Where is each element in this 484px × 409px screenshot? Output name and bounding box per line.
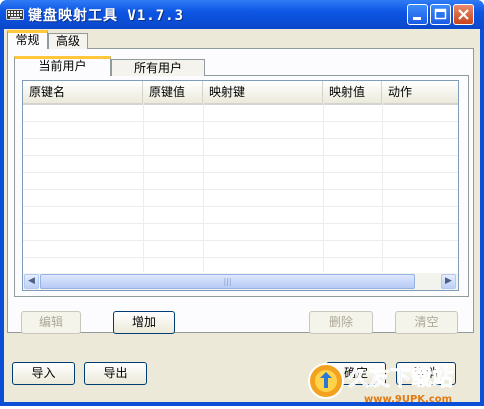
tab-label: 高级 [55, 34, 80, 48]
column-header-action[interactable]: 动作 [382, 81, 458, 103]
column-header-mapped-key[interactable]: 映射键 [203, 81, 323, 103]
tab-advanced[interactable]: 高级 [48, 33, 88, 49]
title-bar[interactable]: 键盘映射工具 V1.7.3 [0, 0, 484, 29]
tab-label: 当前用户 [38, 59, 87, 73]
row-gridline [23, 172, 458, 173]
export-button[interactable]: 导出 [84, 362, 147, 385]
scroll-left-button[interactable]: ◀ [24, 274, 39, 289]
tab-label: 常规 [15, 33, 40, 47]
column-header-source-key-value[interactable]: 原键值 [143, 81, 203, 103]
row-gridline [23, 223, 458, 224]
edit-button[interactable]: 编辑 [21, 311, 81, 334]
close-button[interactable] [453, 4, 474, 25]
column-header-mapped-value[interactable]: 映射值 [323, 81, 382, 103]
cancel-button[interactable]: 取消 [396, 362, 456, 385]
column-header-source-key-name[interactable]: 原键名 [23, 81, 143, 103]
tab-current-user[interactable]: 当前用户 [14, 56, 111, 76]
list-header: 原键名 原键值 映射键 映射值 动作 [23, 81, 458, 105]
row-gridline [23, 121, 458, 122]
minimize-button[interactable] [407, 4, 428, 25]
row-gridline [23, 138, 458, 139]
key-mapping-list[interactable]: 原键名 原键值 映射键 映射值 动作 ◀ ||| ▶ [22, 80, 459, 291]
scrollbar-thumb[interactable]: ||| [40, 274, 415, 289]
maximize-icon [434, 8, 447, 20]
keyboard-icon [6, 9, 24, 20]
maximize-button[interactable] [430, 4, 451, 25]
chevron-right-icon: ▶ [445, 276, 452, 286]
chevron-left-icon: ◀ [28, 276, 35, 286]
ok-button[interactable]: 确定 [326, 362, 386, 385]
window-title: 键盘映射工具 V1.7.3 [28, 8, 185, 24]
scroll-right-button[interactable]: ▶ [441, 274, 456, 289]
import-button[interactable]: 导入 [12, 362, 75, 385]
delete-button[interactable]: 删除 [309, 311, 373, 334]
close-icon [458, 9, 469, 20]
grip-icon: ||| [223, 277, 232, 286]
row-gridline [23, 206, 458, 207]
clear-button[interactable]: 清空 [395, 311, 458, 334]
horizontal-scrollbar[interactable]: ◀ ||| ▶ [23, 272, 458, 290]
row-gridline [23, 155, 458, 156]
client-area: 常规 高级 当前用户 所有用户 原键名 原键值 映射键 映射值 动作 ◀ |||… [4, 29, 480, 402]
tab-general[interactable]: 常规 [7, 30, 48, 49]
app-window: 键盘映射工具 V1.7.3 常规 高级 当前用户 所有用户 原键名 原键值 映射… [0, 0, 484, 406]
minimize-icon [413, 17, 421, 20]
row-gridline [23, 240, 458, 241]
row-gridline [23, 257, 458, 258]
add-button[interactable]: 增加 [113, 311, 175, 334]
tab-all-users[interactable]: 所有用户 [111, 59, 205, 76]
row-gridline [23, 189, 458, 190]
tab-label: 所有用户 [133, 61, 182, 75]
